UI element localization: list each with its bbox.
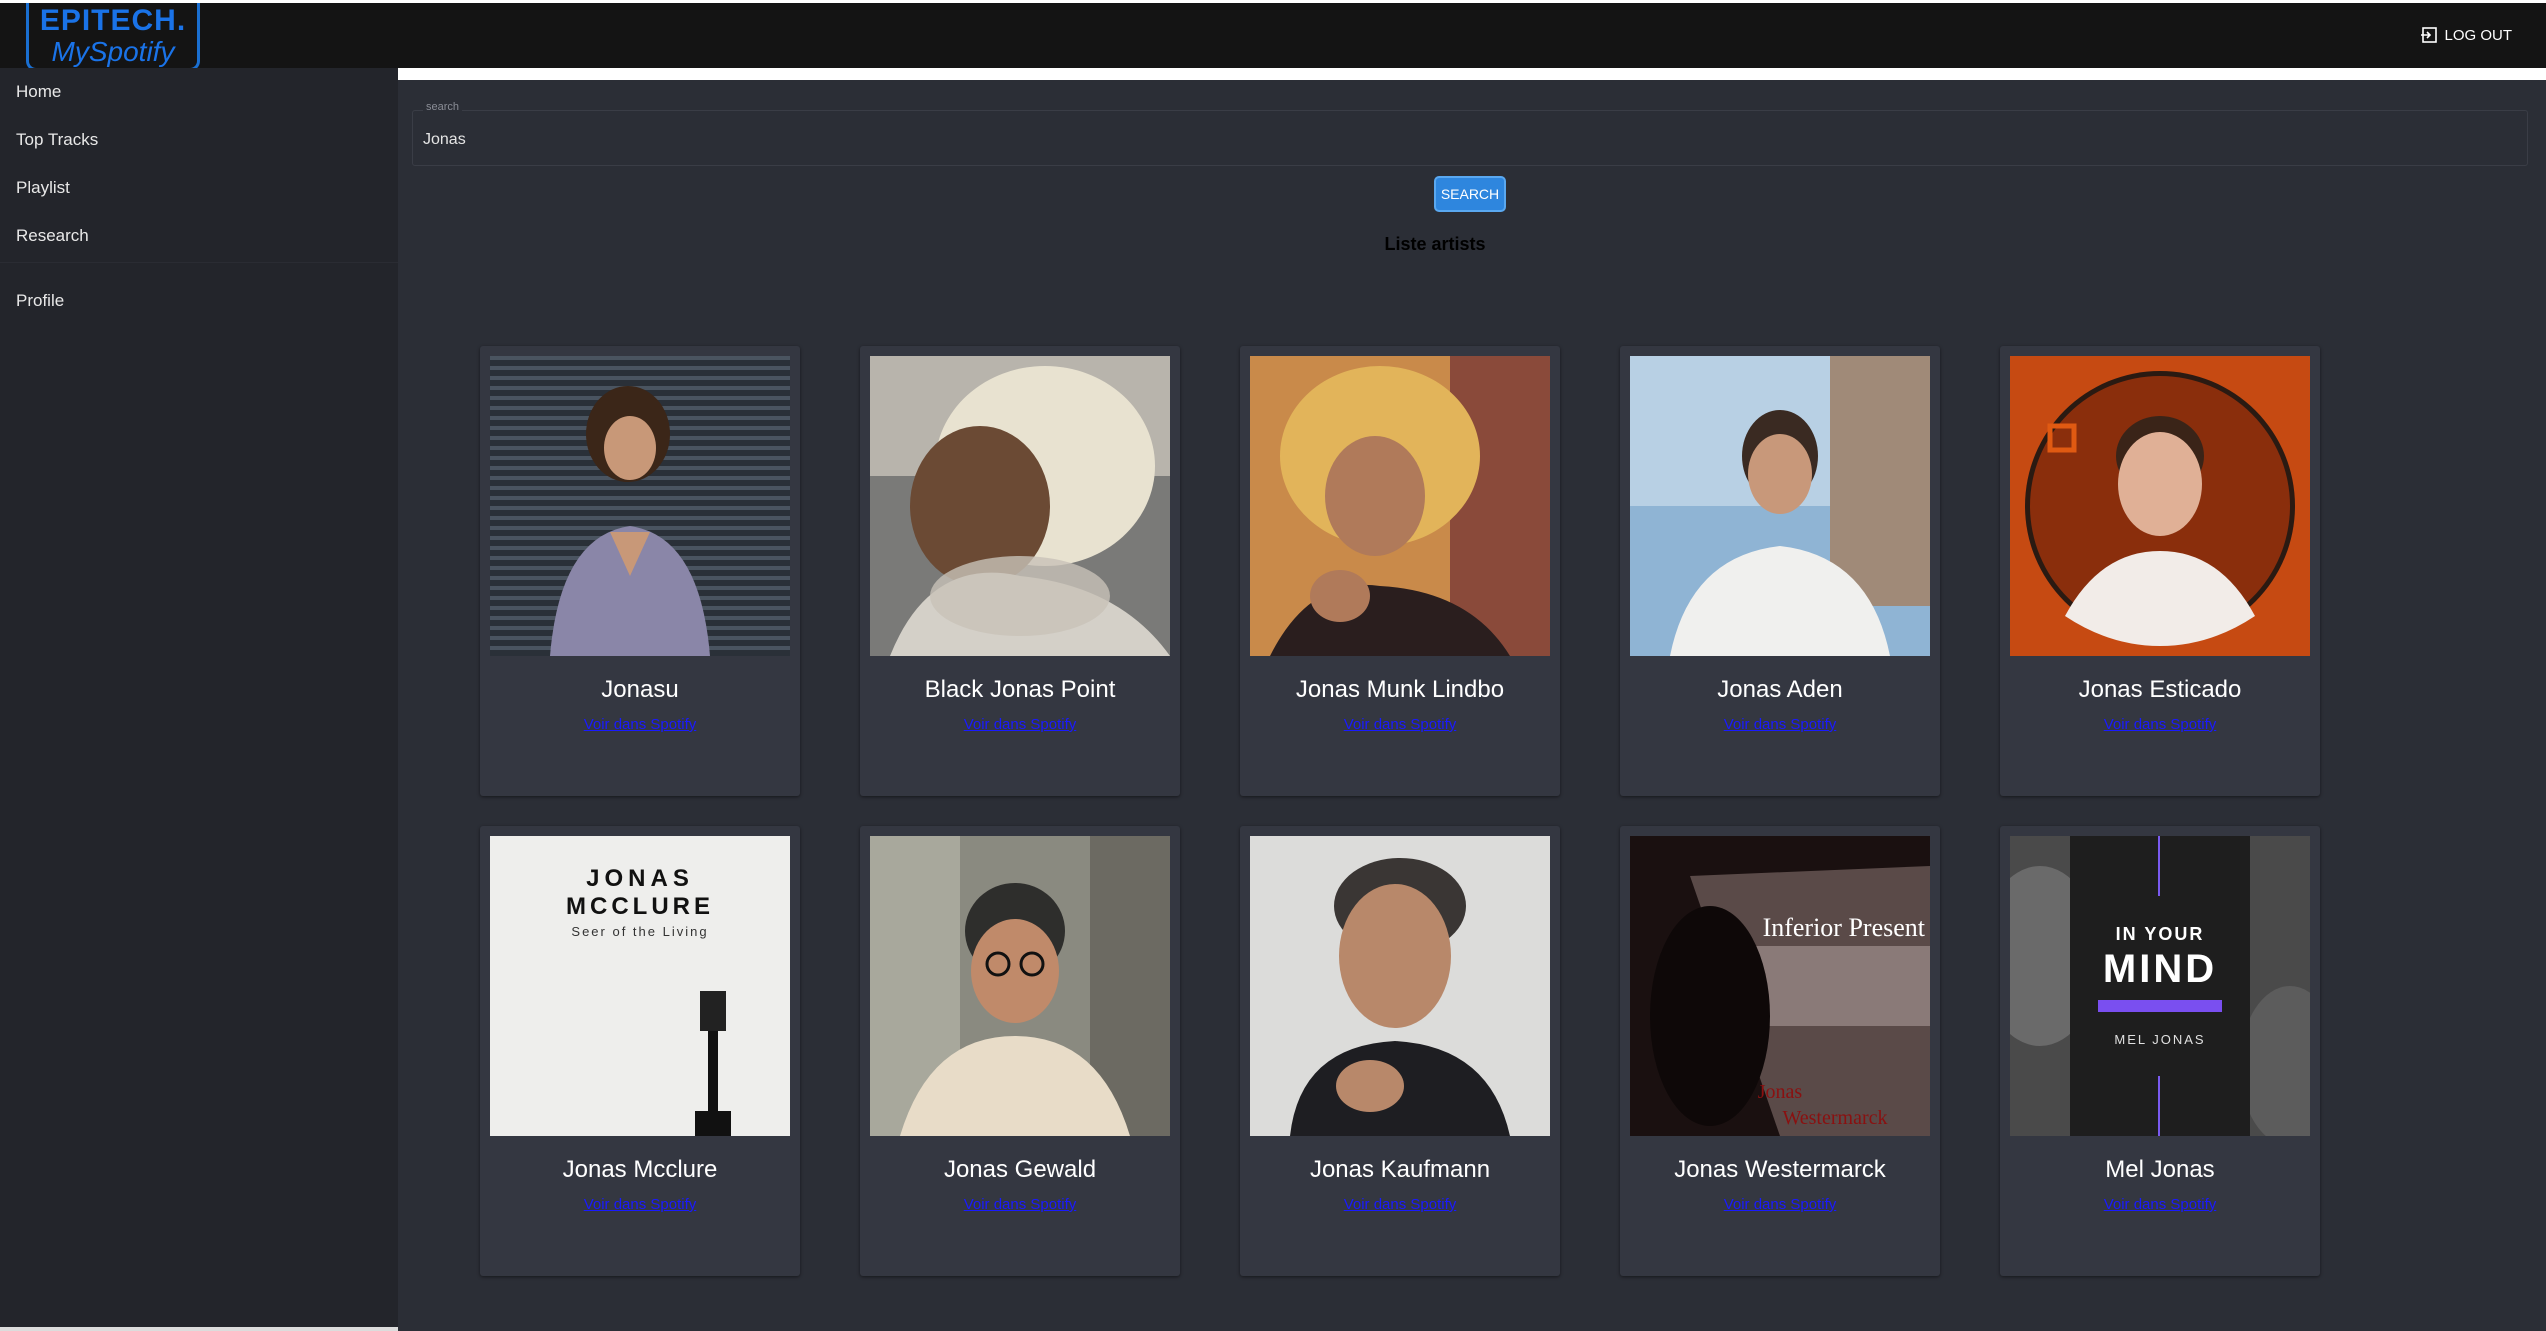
spotify-link[interactable]: Voir dans Spotify: [2000, 716, 2320, 733]
artist-card: Jonas Aden Voir dans Spotify: [1620, 346, 1940, 796]
cover-text-line1: JONAS: [586, 865, 694, 892]
top-strip: [398, 68, 2546, 80]
horizontal-scrollbar[interactable]: [0, 1327, 398, 1331]
sidebar-item-home[interactable]: Home: [0, 68, 398, 116]
logo-line2: MySpotify: [51, 35, 175, 67]
search-button[interactable]: SEARCH: [1434, 176, 1506, 212]
artist-name: Jonas Westermarck: [1674, 1156, 1886, 1183]
search-field: search: [412, 101, 2528, 166]
cover-text-line2: MCCLURE: [566, 893, 714, 920]
artist-card: JONAS MCCLURE Seer of the Living Jonas M…: [480, 826, 800, 1276]
artist-name: Jonas Gewald: [943, 1156, 1097, 1183]
artist-card: Inferior Present Jonas Westermarck Jonas…: [1620, 826, 1940, 1276]
sidebar-item-playlist[interactable]: Playlist: [0, 164, 398, 212]
artist-name: Jonas Aden: [1717, 676, 1843, 703]
artist-name: Black Jonas Point: [924, 676, 1116, 703]
cover-artist-line2: Westermarck: [1783, 1107, 1888, 1129]
spotify-link[interactable]: Voir dans Spotify: [1240, 1196, 1560, 1213]
artist-name: Jonas Munk Lindbo: [1295, 676, 1505, 703]
artist-name: Jonas Esticado: [2078, 676, 2242, 703]
sidebar-item-top-tracks[interactable]: Top Tracks: [0, 116, 398, 164]
artist-card: Jonas Gewald Voir dans Spotify: [860, 826, 1180, 1276]
logout-label: LOG OUT: [2444, 26, 2512, 44]
sidebar-item-research[interactable]: Research: [0, 212, 398, 260]
artist-image[interactable]: [2010, 356, 2310, 656]
cover-text-line1: IN YOUR: [2116, 924, 2205, 944]
spotify-link[interactable]: Voir dans Spotify: [1620, 1196, 1940, 1213]
spotify-link[interactable]: Voir dans Spotify: [1240, 716, 1560, 733]
artist-image[interactable]: [870, 836, 1170, 1136]
spotify-link[interactable]: Voir dans Spotify: [860, 1196, 1180, 1213]
main-content: search SEARCH Liste artists Jonasu V: [398, 68, 2546, 1331]
artist-image[interactable]: [1630, 356, 1930, 656]
logout-button[interactable]: LOG OUT: [2420, 25, 2512, 45]
artist-card: IN YOUR MIND MEL JONAS Mel Jonas Voir da…: [2000, 826, 2320, 1276]
artist-card: Black Jonas Point Voir dans Spotify: [860, 346, 1180, 796]
artist-name: Jonasu: [601, 676, 679, 703]
logout-icon: [2421, 27, 2438, 43]
spotify-link[interactable]: Voir dans Spotify: [480, 716, 800, 733]
logo-line1: EPITECH.: [39, 3, 187, 37]
search-input[interactable]: [423, 127, 2513, 153]
artist-name: Jonas Kaufmann: [1309, 1156, 1491, 1183]
artist-card: Jonas Kaufmann Voir dans Spotify: [1240, 826, 1560, 1276]
spotify-link[interactable]: Voir dans Spotify: [1620, 716, 1940, 733]
top-bar: EPITECH. MySpotify LOG OUT: [0, 0, 2546, 71]
artist-name: Mel Jonas: [2105, 1156, 2215, 1183]
sidebar-divider: [0, 262, 398, 263]
spotify-link[interactable]: Voir dans Spotify: [860, 716, 1180, 733]
artist-name: Jonas Mcclure: [562, 1156, 718, 1183]
artist-image[interactable]: JONAS MCCLURE Seer of the Living: [490, 836, 790, 1136]
cover-artist-line1: Jonas: [1758, 1081, 1803, 1103]
artist-image[interactable]: IN YOUR MIND MEL JONAS: [2010, 836, 2310, 1136]
artist-image[interactable]: [870, 356, 1170, 656]
artist-image[interactable]: [490, 356, 790, 656]
cover-text-line3: Seer of the Living: [571, 924, 708, 939]
cover-title: Inferior Present: [1763, 913, 1926, 942]
artist-card: Jonas Munk Lindbo Voir dans Spotify: [1240, 346, 1560, 796]
cover-text-line3: MEL JONAS: [2114, 1032, 2205, 1047]
artists-list-title: Liste artists: [1384, 234, 1486, 254]
cover-text-line2: MIND: [2103, 947, 2217, 991]
app-logo[interactable]: EPITECH. MySpotify: [26, 3, 200, 71]
artist-card: Jonasu Voir dans Spotify: [480, 346, 800, 796]
sidebar: Home Top Tracks Playlist Research Profil…: [0, 68, 398, 1331]
search-label: search: [423, 101, 463, 113]
artist-image[interactable]: [1250, 836, 1550, 1136]
spotify-link[interactable]: Voir dans Spotify: [480, 1196, 800, 1213]
artist-image[interactable]: Inferior Present Jonas Westermarck: [1630, 836, 1930, 1136]
artist-image[interactable]: [1250, 356, 1550, 656]
artist-card: Jonas Esticado Voir dans Spotify: [2000, 346, 2320, 796]
sidebar-item-profile[interactable]: Profile: [0, 277, 398, 325]
spotify-link[interactable]: Voir dans Spotify: [2000, 1196, 2320, 1213]
